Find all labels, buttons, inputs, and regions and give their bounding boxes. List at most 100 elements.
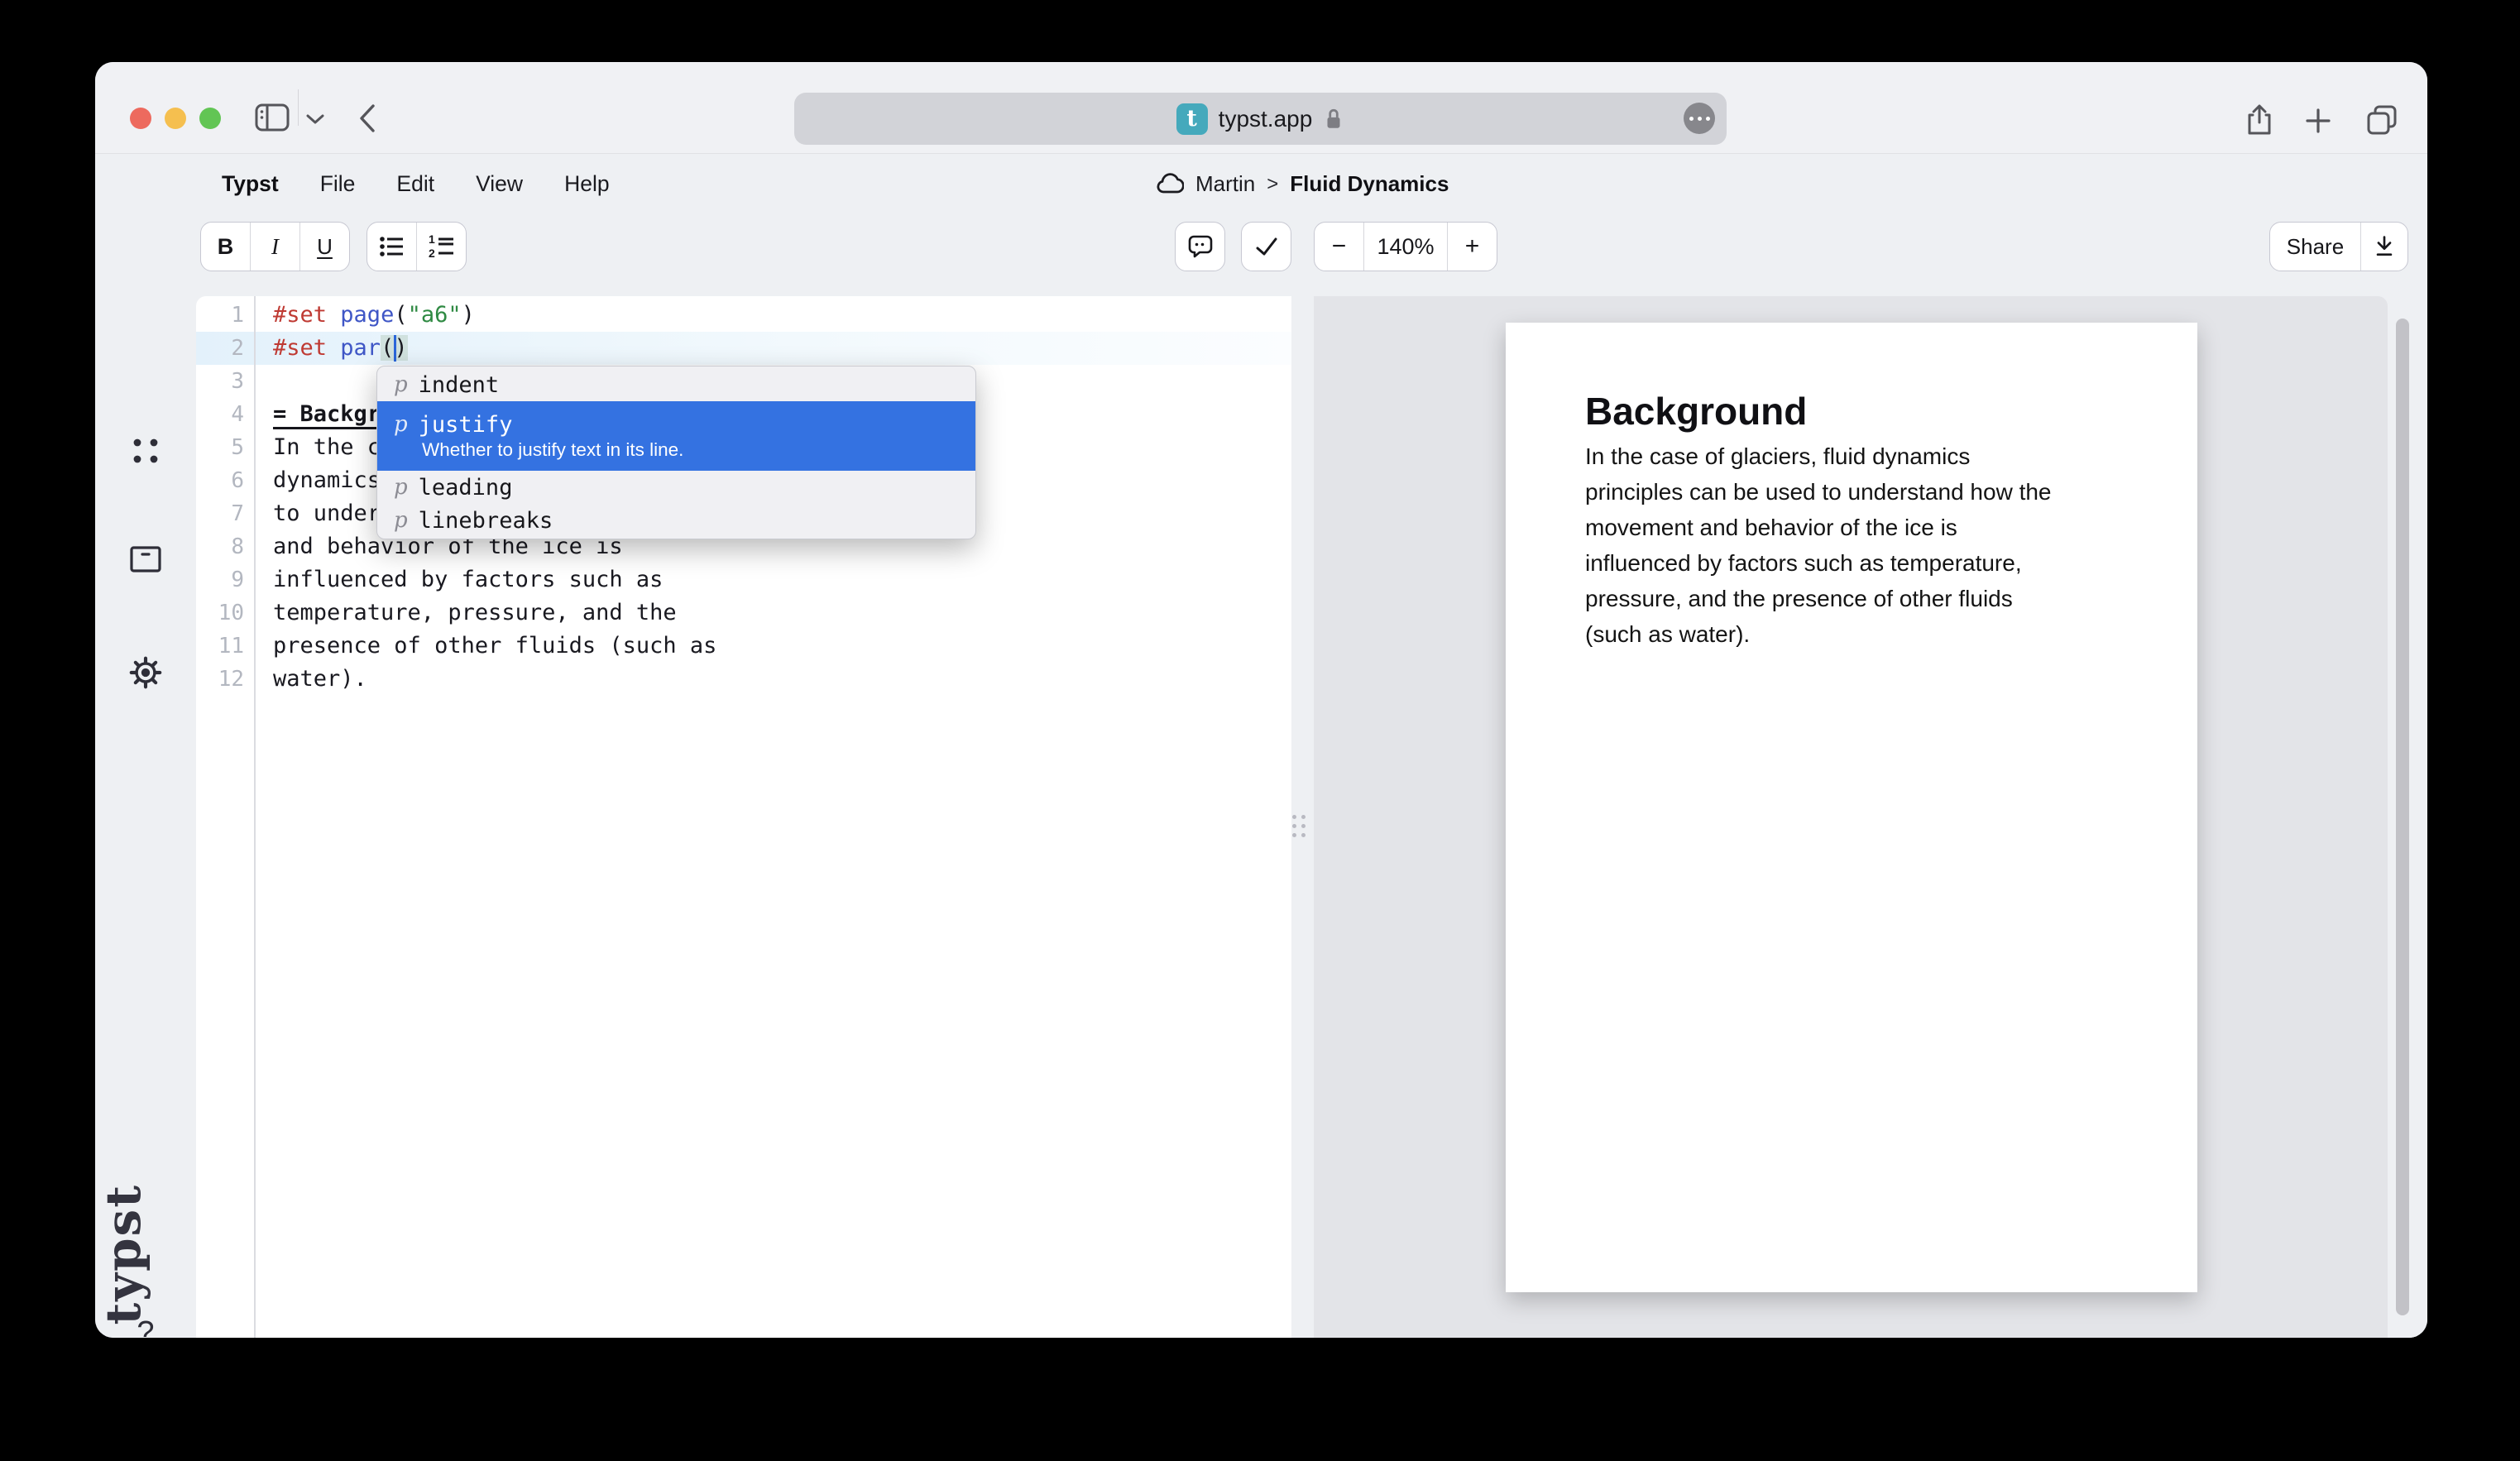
preview-scrollbar-thumb[interactable]: [2396, 319, 2409, 1315]
autocomplete-item-leading[interactable]: p leading: [377, 471, 975, 504]
code-line[interactable]: 1#set page("a6"): [196, 299, 1291, 332]
menu-typst[interactable]: Typst: [222, 171, 279, 197]
close-window-button[interactable]: [130, 108, 151, 129]
svg-text:2: 2: [429, 247, 435, 260]
comment-group: [1175, 222, 1225, 271]
gear-icon: [127, 654, 165, 692]
workspace-content: ? typst 1#set page("a6")2#set par()34= B…: [95, 291, 2427, 1338]
line-number: 3: [196, 365, 244, 398]
parameter-kind-icon: p: [394, 475, 408, 500]
site-favicon: t: [1176, 103, 1208, 135]
desktop: { "browser": { "url_host": "typst.app", …: [0, 0, 2520, 1461]
autocomplete-item-linebreaks[interactable]: plinebreaks: [377, 504, 975, 537]
share-icon[interactable]: [2245, 103, 2274, 137]
code-line[interactable]: 12water).: [196, 663, 1291, 696]
browser-chrome: t typst.app: [95, 62, 2427, 154]
comment-button[interactable]: [1176, 223, 1224, 271]
underline-label: U: [317, 234, 333, 260]
typst-logo: typst: [95, 1184, 196, 1325]
minimize-window-button[interactable]: [165, 108, 186, 129]
zoom-out-label: −: [1332, 232, 1347, 261]
zoom-control-group: − 140% +: [1314, 222, 1497, 271]
pane-resize-handle[interactable]: [1292, 815, 1309, 837]
new-tab-icon[interactable]: [2304, 107, 2332, 135]
italic-button[interactable]: I: [250, 223, 299, 271]
files-button[interactable]: [95, 544, 196, 574]
code-line[interactable]: 11presence of other fluids (such as: [196, 630, 1291, 663]
code-line[interactable]: 10 temperature, pressure, and the: [196, 596, 1291, 630]
code-editor[interactable]: 1#set page("a6")2#set par()34= Backgroun…: [196, 296, 1291, 1338]
line-number: 10: [196, 596, 244, 630]
bullet-list-icon: [378, 232, 406, 261]
gutter-separator: [254, 296, 256, 1338]
preview-paragraph-line: (such as water).: [1585, 616, 2123, 652]
parameter-kind-icon: p: [394, 372, 408, 397]
preview-paragraph-line: movement and behavior of the ice is: [1585, 510, 2123, 545]
preview-paragraph-line: principles can be used to understand how…: [1585, 474, 2123, 510]
browser-window: t typst.app TypstFileEditViewHelp Ma: [95, 62, 2427, 1338]
code-text: temperature, pressure, and the: [273, 596, 677, 630]
line-number: 9: [196, 563, 244, 596]
share-group: Share: [2269, 222, 2408, 271]
preview-paragraph: In the case of glaciers, fluid dynamicsp…: [1585, 438, 2123, 652]
menu-file[interactable]: File: [320, 171, 356, 197]
preview-paragraph-line: influenced by factors such as temperatur…: [1585, 545, 2123, 581]
dots-grid-icon: [130, 435, 161, 467]
bold-button[interactable]: B: [201, 223, 250, 271]
zoom-in-button[interactable]: +: [1447, 223, 1497, 271]
chevron-down-icon[interactable]: [305, 113, 325, 125]
comment-icon: [1186, 232, 1214, 261]
editor-toolbar: B I U 1 2: [95, 215, 2427, 291]
explore-templates-button[interactable]: [95, 435, 196, 467]
download-button[interactable]: [2360, 223, 2407, 271]
numbered-list-button[interactable]: 1 2: [416, 223, 466, 271]
list-style-group: 1 2: [367, 222, 467, 271]
line-number: 7: [196, 497, 244, 530]
app-menubar: Typst File Edit View Help Martin > Fluid Dyn…: [95, 153, 2427, 215]
breadcrumb-separator: >: [1267, 173, 1278, 196]
preview-scrollbar-track[interactable]: [2388, 296, 2427, 1338]
line-number: 12: [196, 663, 244, 696]
autocomplete-popup: pindentpjustifyWhether to justify text i…: [376, 366, 976, 539]
zoom-level[interactable]: 140%: [1363, 223, 1447, 271]
menu-edit[interactable]: Edit: [396, 171, 434, 197]
code-text: #set page("a6"): [273, 299, 475, 332]
underline-button[interactable]: U: [299, 223, 349, 271]
breadcrumb-document-title[interactable]: Fluid Dynamics: [1290, 171, 1449, 197]
archive-box-icon: [128, 544, 163, 574]
code-line[interactable]: 9influenced by factors such as: [196, 563, 1291, 596]
autocomplete-item-justify[interactable]: pjustifyWhether to justify text in its l…: [377, 401, 975, 471]
autocomplete-label: leading: [419, 475, 513, 501]
bullet-list-button[interactable]: [367, 223, 416, 271]
preview-pane: Background In the case of glaciers, flui…: [1314, 296, 2427, 1338]
autocomplete-item-indent[interactable]: pindent: [377, 368, 975, 401]
code-line[interactable]: 2#set par(): [196, 332, 1291, 365]
zoom-in-label: +: [1465, 232, 1480, 261]
autocomplete-description: Whether to justify text in its line.: [377, 439, 975, 461]
address-bar[interactable]: t typst.app: [794, 93, 1727, 145]
breadcrumb-workspace[interactable]: Martin: [1195, 171, 1255, 197]
italic-label: I: [271, 234, 279, 260]
text-caret: [394, 335, 396, 362]
zoom-out-button[interactable]: −: [1315, 223, 1363, 271]
lock-icon: [1323, 107, 1344, 132]
settings-button[interactable]: [95, 654, 196, 692]
numbered-list-icon: 1 2: [428, 232, 456, 261]
share-button[interactable]: Share: [2270, 223, 2360, 271]
sidebar-toggle-icon[interactable]: [255, 103, 290, 132]
bold-label: B: [218, 234, 234, 260]
line-number: 4: [196, 398, 244, 431]
check-button[interactable]: [1242, 223, 1291, 271]
parameter-kind-icon: p: [394, 412, 408, 437]
zoom-window-button[interactable]: [199, 108, 221, 129]
preview-page: Background In the case of glaciers, flui…: [1506, 323, 2197, 1292]
code-text: presence of other fluids (such as: [273, 630, 716, 663]
back-icon[interactable]: [358, 103, 376, 133]
line-number: 6: [196, 464, 244, 497]
page-settings-button[interactable]: [1684, 103, 1715, 134]
line-number: 5: [196, 431, 244, 464]
preview-background: Background In the case of glaciers, flui…: [1314, 296, 2388, 1338]
menu-view[interactable]: View: [476, 171, 523, 197]
tab-overview-icon[interactable]: [2365, 103, 2398, 137]
menu-help[interactable]: Help: [564, 171, 610, 197]
